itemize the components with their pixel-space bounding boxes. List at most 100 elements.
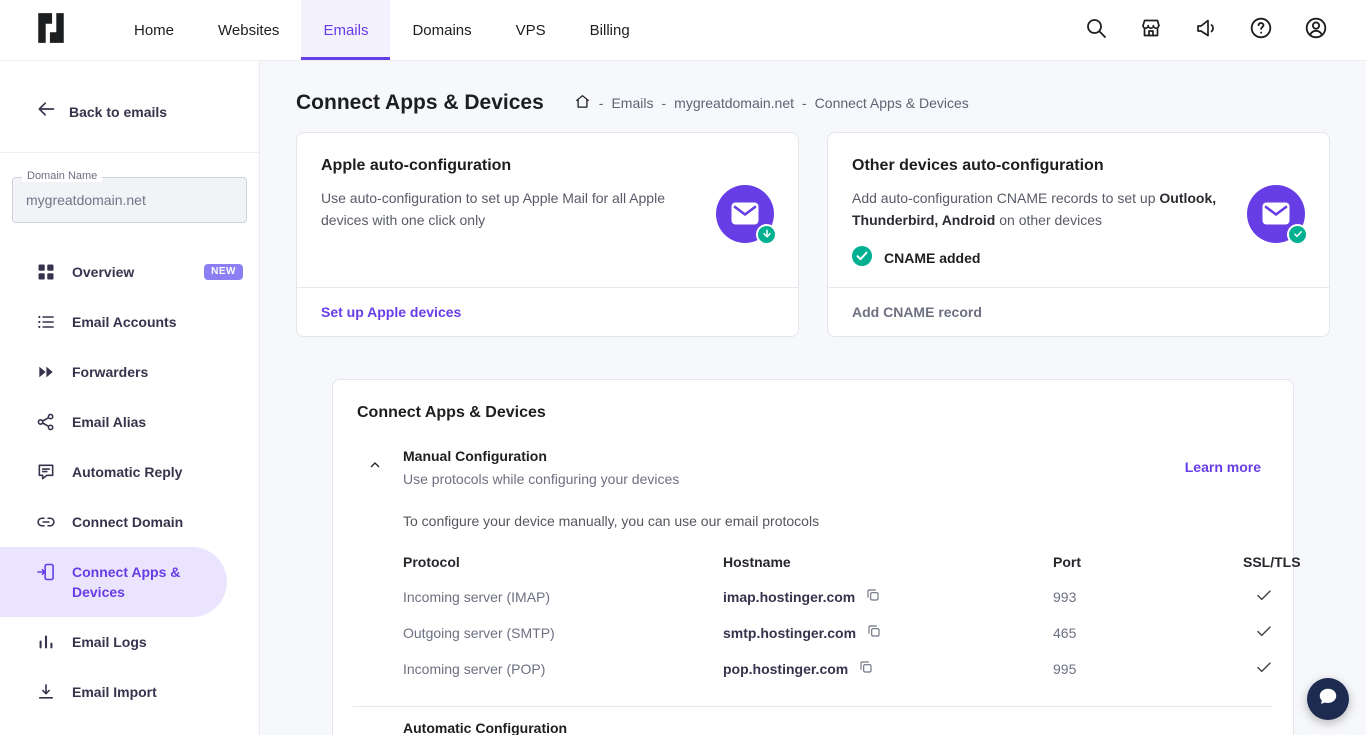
col-protocol: Protocol — [403, 554, 723, 570]
nav-home[interactable]: Home — [112, 0, 196, 60]
copy-button[interactable] — [866, 623, 882, 642]
breadcrumb-current: Connect Apps & Devices — [815, 95, 969, 111]
manual-config-subtitle: Use protocols while configuring your dev… — [403, 471, 679, 487]
manual-config-intro: To configure your device manually, you c… — [403, 513, 1257, 529]
table-row: Incoming server (IMAP) imap.hostinger.co… — [403, 579, 1257, 615]
sidebar-item-automatic-reply[interactable]: Automatic Reply — [0, 447, 259, 497]
check-circle-icon — [852, 246, 872, 271]
page-header: Connect Apps & Devices - Emails - mygrea… — [296, 91, 1330, 115]
port-cell: 993 — [1053, 589, 1243, 605]
domain-name-input[interactable] — [26, 192, 233, 208]
download-icon — [36, 682, 56, 702]
protocol-cell: Outgoing server (SMTP) — [403, 625, 723, 641]
grid-icon — [36, 262, 56, 282]
top-navigation-bar: Home Websites Emails Domains VPS Billing — [0, 0, 1366, 61]
sidebar-item-label: Email Import — [72, 682, 243, 702]
help-button[interactable] — [1247, 16, 1275, 44]
sidebar-item-label: Overview — [72, 262, 188, 282]
port-cell: 465 — [1053, 625, 1243, 641]
link-icon — [36, 512, 56, 532]
sidebar-item-connect-domain[interactable]: Connect Domain — [0, 497, 259, 547]
account-icon — [1303, 15, 1329, 46]
mail-envelope-icon — [1247, 185, 1305, 243]
copy-button[interactable] — [858, 659, 874, 678]
automatic-config-title: Automatic Configuration — [403, 720, 1257, 735]
store-icon — [1139, 16, 1163, 45]
sidebar-item-label: Email Logs — [72, 632, 243, 652]
protocol-cell: Incoming server (IMAP) — [403, 589, 723, 605]
sidebar: Back to emails Domain Name Overview NEW … — [0, 61, 260, 735]
mail-envelope-icon — [716, 185, 774, 243]
other-devices-auto-config-card: Other devices auto-configuration Add aut… — [827, 132, 1330, 337]
breadcrumb-emails[interactable]: Emails — [611, 95, 653, 111]
breadcrumb: - Emails - mygreatdomain.net - Connect A… — [574, 93, 969, 113]
setup-apple-devices-link[interactable]: Set up Apple devices — [321, 304, 461, 320]
device-connect-icon — [36, 562, 56, 582]
nav-emails[interactable]: Emails — [301, 0, 390, 60]
ssl-check — [1243, 622, 1273, 643]
copy-icon — [865, 587, 881, 606]
apple-card-description: Use auto-configuration to set up Apple M… — [321, 187, 693, 232]
nav-domains[interactable]: Domains — [390, 0, 493, 60]
copy-icon — [858, 659, 874, 678]
share-icon — [36, 412, 56, 432]
sidebar-item-label: Connect Apps & Devices — [72, 562, 211, 602]
hostname-value: imap.hostinger.com — [723, 589, 855, 605]
auto-config-cards: Apple auto-configuration Use auto-config… — [296, 132, 1330, 337]
hostname-value: smtp.hostinger.com — [723, 625, 856, 641]
nav-websites[interactable]: Websites — [196, 0, 301, 60]
breadcrumb-domain[interactable]: mygreatdomain.net — [674, 95, 794, 111]
sidebar-item-email-import[interactable]: Email Import — [0, 667, 259, 717]
main-content: Connect Apps & Devices - Emails - mygrea… — [260, 61, 1366, 735]
learn-more-link[interactable]: Learn more — [1185, 459, 1261, 475]
collapse-toggle[interactable] — [363, 455, 387, 479]
account-button[interactable] — [1302, 16, 1330, 44]
chat-message-icon — [36, 462, 56, 482]
cname-status: CNAME added — [852, 246, 1227, 271]
chat-widget-button[interactable] — [1307, 678, 1349, 720]
sidebar-item-connect-apps-devices[interactable]: Connect Apps & Devices — [0, 547, 227, 617]
store-button[interactable] — [1137, 16, 1165, 44]
sidebar-item-email-logs[interactable]: Email Logs — [0, 617, 259, 667]
breadcrumb-home-link[interactable] — [574, 93, 591, 113]
sidebar-item-email-accounts[interactable]: Email Accounts — [0, 297, 259, 347]
main-nav: Home Websites Emails Domains VPS Billing — [112, 0, 652, 60]
copy-icon — [866, 623, 882, 642]
announcements-button[interactable] — [1192, 16, 1220, 44]
col-hostname: Hostname — [723, 554, 1053, 570]
breadcrumb-separator: - — [599, 95, 604, 111]
add-cname-record-link[interactable]: Add CNAME record — [852, 304, 982, 320]
manual-configuration-header: Manual Configuration Use protocols while… — [333, 448, 1293, 487]
sidebar-item-overview[interactable]: Overview NEW — [0, 247, 259, 297]
sidebar-item-label: Automatic Reply — [72, 462, 243, 482]
check-icon — [1255, 658, 1273, 679]
copy-button[interactable] — [865, 587, 881, 606]
back-to-emails-label: Back to emails — [69, 104, 167, 120]
topbar-actions — [1082, 0, 1366, 60]
page-title: Connect Apps & Devices — [296, 91, 544, 115]
hostinger-logo[interactable] — [34, 0, 68, 60]
question-icon — [1248, 15, 1274, 46]
check-icon — [1255, 622, 1273, 643]
nav-billing[interactable]: Billing — [568, 0, 652, 60]
breadcrumb-separator: - — [661, 95, 666, 111]
sidebar-item-forwarders[interactable]: Forwarders — [0, 347, 259, 397]
nav-vps[interactable]: VPS — [494, 0, 568, 60]
protocols-table: Protocol Hostname Port SSL/TLS Incoming … — [403, 545, 1257, 687]
hostname-value: pop.hostinger.com — [723, 661, 848, 677]
sidebar-item-label: Email Alias — [72, 412, 243, 432]
connect-apps-devices-card: Connect Apps & Devices Manual Configurat… — [332, 379, 1294, 735]
sidebar-item-label: Connect Domain — [72, 512, 243, 532]
back-to-emails-link[interactable]: Back to emails — [0, 61, 259, 153]
chevron-up-icon — [367, 457, 383, 478]
megaphone-icon — [1194, 16, 1218, 45]
col-port: Port — [1053, 554, 1243, 570]
home-icon — [574, 93, 591, 113]
search-button[interactable] — [1082, 16, 1110, 44]
sidebar-item-email-alias[interactable]: Email Alias — [0, 397, 259, 447]
fast-forward-icon — [36, 362, 56, 382]
col-ssl: SSL/TLS — [1243, 554, 1301, 570]
protocol-cell: Incoming server (POP) — [403, 661, 723, 677]
ssl-check — [1243, 658, 1273, 679]
domain-name-label: Domain Name — [22, 170, 102, 182]
